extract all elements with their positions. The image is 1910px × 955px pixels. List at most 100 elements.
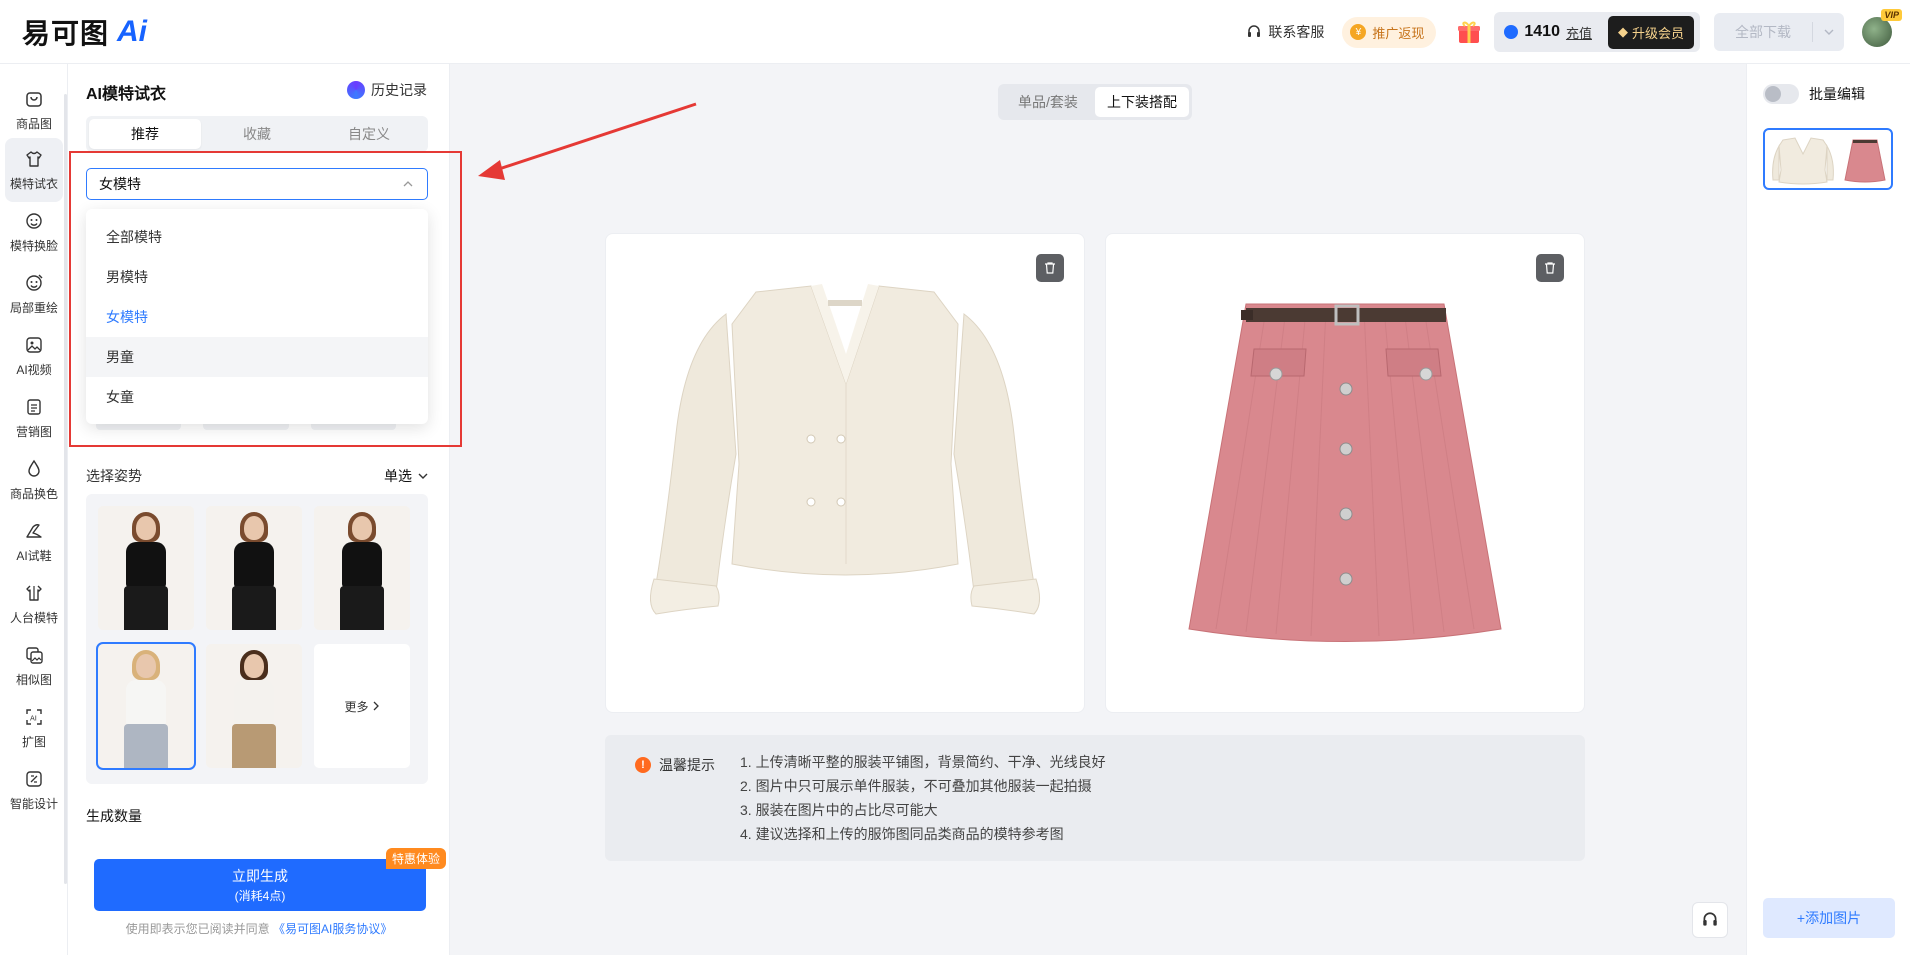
contact-service-button[interactable]: 联系客服 [1246, 22, 1324, 42]
tip-item: 2. 图片中只可展示单件服装，不可叠加其他服装一起拍摄 [740, 778, 1092, 794]
nav-scrollbar[interactable] [64, 94, 67, 884]
nav-item-product-image[interactable]: 商品图 [5, 78, 63, 142]
pose-header: 选择姿势 单选 [86, 466, 428, 486]
logo[interactable]: 易可图 Ai [22, 14, 147, 50]
model-skirt [124, 586, 168, 630]
pose-mode-select[interactable]: 单选 [384, 466, 428, 486]
face-swap-icon [26, 212, 42, 229]
agreement-text: 使用即表示您已阅读并同意 《易可图AI服务协议》 [68, 920, 450, 937]
nav-item-marketing[interactable]: 营销图 [5, 386, 63, 450]
tab-recommended[interactable]: 推荐 [89, 119, 201, 149]
coin-icon: ¥ [1350, 24, 1367, 40]
history-button[interactable]: 历史记录 [347, 80, 427, 100]
add-image-button[interactable]: +添加图片 [1763, 898, 1895, 938]
nav-item-similar-image[interactable]: 相似图 [5, 634, 63, 698]
vip-badge: VIP [1881, 9, 1902, 21]
outfit-thumbnail[interactable] [1763, 128, 1893, 190]
pose-thumbnail-selected[interactable] [96, 642, 196, 770]
generate-cost: (消耗4点) [234, 889, 286, 903]
count-title: 生成数量 [86, 808, 142, 824]
model-source-tabs: 推荐 收藏 自定义 [86, 116, 428, 152]
pose-thumbnail[interactable] [206, 506, 302, 630]
model-head [352, 516, 372, 540]
customer-support-button[interactable] [1692, 902, 1728, 938]
pose-mode-label: 单选 [384, 468, 412, 484]
nav-item-partial-redraw[interactable]: 局部重绘 [5, 262, 63, 326]
batch-edit-toggle[interactable]: 批量编辑 [1763, 84, 1865, 104]
pose-grid: 更多 [86, 494, 428, 784]
right-panel: 批量编辑 +添加图片 [1746, 64, 1910, 955]
avatar[interactable]: VIP [1862, 9, 1902, 47]
gift-icon[interactable] [1456, 20, 1482, 44]
model-top [234, 680, 274, 726]
logo-ai: Ai [117, 15, 148, 48]
nav-item-face-swap[interactable]: 模特换脸 [5, 200, 63, 264]
diamond-icon: ◆ [1617, 24, 1628, 39]
option-boy[interactable]: 男童 [86, 337, 428, 377]
upgrade-vip-label: 升级会员 [1631, 25, 1684, 41]
tip-item: 3. 服装在图片中的占比尽可能大 [740, 802, 938, 818]
history-icon [347, 81, 365, 99]
chevron-down-icon[interactable] [1812, 22, 1844, 42]
nav-item-mannequin[interactable]: 人台模特 [5, 572, 63, 636]
nav-item-ai-shoe[interactable]: AI试鞋 [5, 510, 63, 574]
model-head [244, 654, 264, 678]
skirt-image [1188, 303, 1502, 642]
nav-label: 智能设计 [9, 796, 58, 811]
model-trousers [232, 724, 276, 768]
promo-cashback-button[interactable]: ¥ 推广返现 [1342, 16, 1437, 48]
similar-image-icon [26, 646, 43, 664]
batch-edit-switch[interactable] [1763, 84, 1799, 104]
more-poses-button[interactable]: 更多 [314, 644, 410, 768]
points-icon [1504, 25, 1519, 39]
agreement-link[interactable]: 《易可图AI服务协议》 [273, 922, 392, 936]
tab-custom[interactable]: 自定义 [313, 119, 425, 149]
nav-label: 人台模特 [9, 610, 58, 625]
pose-thumbnail[interactable] [314, 506, 410, 630]
generate-button[interactable]: 立即生成 (消耗4点) [94, 859, 426, 911]
color-drop-icon [28, 459, 40, 477]
tab-favorites[interactable]: 收藏 [201, 119, 313, 149]
option-male-model[interactable]: 男模特 [86, 257, 428, 297]
nav-item-model-tryon[interactable]: 模特试衣 [5, 138, 63, 202]
upgrade-vip-button[interactable]: ◆ 升级会员 [1607, 15, 1694, 49]
garment-card-bottom[interactable] [1105, 233, 1585, 713]
mode-single-set[interactable]: 单品/套装 [1001, 87, 1095, 117]
model-top [234, 542, 274, 588]
pose-thumbnail[interactable] [206, 644, 302, 768]
option-all-models[interactable]: 全部模特 [86, 217, 428, 257]
expand-ai-icon: AI [26, 708, 42, 725]
model-type-select[interactable]: 女模特 [86, 168, 428, 200]
history-label: 历史记录 [371, 82, 427, 98]
nav-label: 局部重绘 [9, 300, 58, 315]
garment-card-top[interactable] [605, 233, 1085, 713]
nav-label: 商品换色 [9, 486, 58, 501]
nav-label: 相似图 [15, 672, 52, 687]
tips-box: ! 温馨提示 1. 上传清晰平整的服装平铺图，背景简约、干净、光线良好 2. 图… [605, 735, 1585, 861]
nav-item-expand[interactable]: AI 扩图 [5, 696, 63, 760]
promo-cashback-label: 推广返现 [1372, 25, 1425, 41]
top-bar: 易可图 Ai 联系客服 ¥ 推广返现 1410 充值 ◆ 升级会员 全部下载 V… [0, 0, 1910, 64]
nav-label: AI试鞋 [16, 548, 52, 563]
model-head [136, 516, 156, 540]
more-label: 更多 [344, 699, 369, 714]
model-jeans [124, 724, 168, 768]
mode-top-bottom[interactable]: 上下装搭配 [1095, 87, 1189, 117]
option-girl[interactable]: 女童 [86, 377, 428, 417]
nav-label: 模特换脸 [9, 238, 58, 253]
recharge-link[interactable]: 充值 [1566, 23, 1592, 42]
delete-icon[interactable] [1536, 254, 1564, 282]
pose-thumbnail[interactable] [98, 506, 194, 630]
model-head [136, 654, 156, 678]
model-top [126, 680, 166, 726]
nav-item-smart-design[interactable]: 智能设计 [5, 758, 63, 822]
nav-item-ai-video[interactable]: AI视频 [5, 324, 63, 388]
nav-item-color-change[interactable]: 商品换色 [5, 448, 63, 512]
nav-label: 扩图 [21, 734, 46, 749]
outfit-preview [1772, 137, 1886, 185]
option-female-model[interactable]: 女模特 [86, 297, 428, 337]
download-all-button[interactable]: 全部下载 [1714, 13, 1844, 51]
delete-icon[interactable] [1036, 254, 1064, 282]
headset-icon [1248, 25, 1261, 37]
chevron-up-icon [403, 181, 413, 187]
